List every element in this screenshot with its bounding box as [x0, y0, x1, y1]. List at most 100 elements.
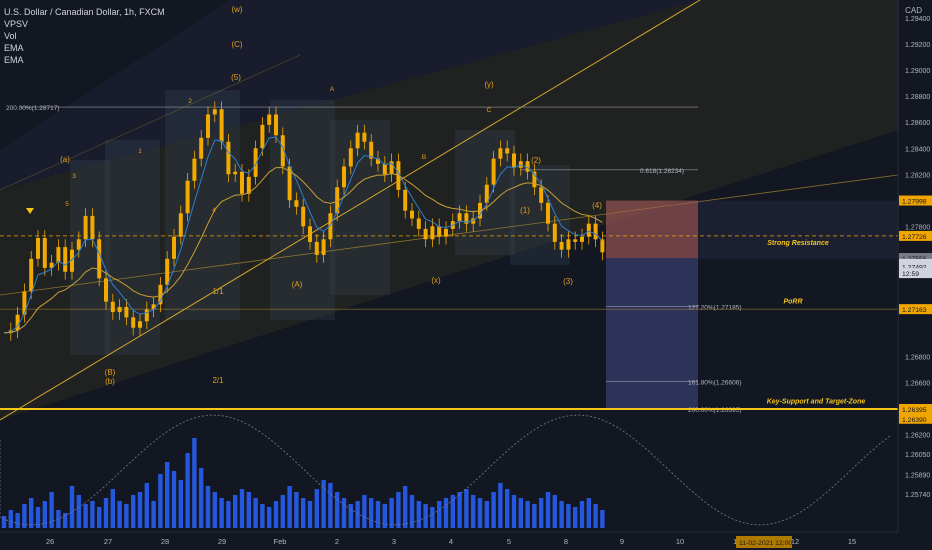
volume-bar [552, 495, 557, 528]
candle-body [76, 239, 81, 250]
candle-body [559, 241, 564, 250]
candle-body [226, 141, 231, 175]
candle-body [240, 171, 244, 194]
y-tick-label: 1.26200 [905, 432, 930, 439]
candle-body [199, 137, 204, 159]
volume-bar [199, 468, 204, 528]
volume-bar [348, 504, 353, 528]
candle-body [97, 239, 102, 279]
y-tick-label: 1.27800 [905, 224, 930, 231]
candle-body [566, 239, 571, 250]
y-tick-label: 1.26600 [905, 380, 930, 387]
volume-profile-box [165, 90, 240, 320]
fib-label: 0.618(1.28234) [640, 168, 684, 175]
wave-label: (4) [592, 201, 602, 210]
indicator-ema-1[interactable]: EMA [4, 42, 165, 54]
wave-label: 1/1 [212, 287, 224, 296]
volume-bar [151, 501, 156, 528]
candle-body [90, 215, 95, 240]
candle-body [491, 158, 496, 185]
annotation-label: Key-Support and Target-Zone [767, 399, 866, 406]
volume-bar [573, 507, 578, 528]
volume-bar [593, 504, 598, 528]
volume-bar [8, 510, 13, 528]
wave-label: (a) [60, 155, 70, 164]
volume-bar [117, 501, 122, 528]
volume-bar [267, 507, 272, 528]
candle-body [505, 148, 510, 154]
candle-body [267, 114, 272, 125]
indicator-vpsv[interactable]: VPSV [4, 18, 165, 30]
candle-body [423, 228, 428, 240]
candle-body [382, 163, 387, 175]
candle-body [124, 306, 129, 318]
candle-body [430, 226, 435, 240]
candle-body [512, 153, 516, 168]
volume-bar [471, 495, 476, 528]
candle-body [63, 247, 68, 272]
volume-bar [158, 474, 163, 528]
y-tick-label: 1.28400 [905, 146, 930, 153]
volume-bar [457, 492, 462, 528]
x-tick-label: 2 [335, 537, 339, 546]
candle-body [192, 158, 197, 181]
wave-label: 2/1 [212, 376, 224, 385]
candle-body [144, 309, 149, 322]
y-tick-label: 1.28200 [905, 172, 930, 179]
volume-bar [484, 501, 489, 528]
volume-bar [233, 495, 238, 528]
volume-bar [131, 495, 136, 528]
candle-body [518, 161, 523, 168]
wave-label: (y) [484, 80, 494, 89]
x-tick-label: 3 [392, 537, 396, 546]
x-tick-label: 29 [218, 537, 226, 546]
volume-bar [287, 486, 292, 528]
x-tick-label: 27 [104, 537, 112, 546]
candle-body [233, 171, 238, 175]
candle-body [321, 239, 326, 255]
candle-body [444, 228, 448, 237]
volume-bar [314, 489, 319, 528]
volume-bar [396, 492, 401, 528]
candle-body [355, 132, 360, 149]
volume-bar [185, 453, 190, 528]
volume-bar [498, 483, 503, 528]
price-tag-label: 1.27726 [902, 234, 927, 241]
indicator-ema-2[interactable]: EMA [4, 54, 165, 66]
wave-label: (5) [231, 73, 241, 82]
candle-body [110, 301, 115, 313]
candle-body [362, 132, 367, 142]
volume-bar [389, 498, 394, 528]
candle-body [348, 148, 353, 167]
volume-profile-box [70, 160, 110, 355]
candle-body [580, 236, 584, 242]
strong-resistance-band [606, 200, 898, 259]
price-tag-label: 1.27998 [902, 199, 927, 206]
candle-body [117, 306, 122, 313]
volume-bar [423, 504, 428, 528]
annotation-label: Strong Resistance [767, 240, 829, 247]
price-chart[interactable]: 200.00%(1.28717) 0.618(1.28234) 127.20%(1.… [0, 0, 932, 550]
annotation-label: PoRR [783, 298, 802, 305]
volume-bar [430, 507, 435, 528]
wave-label: (3) [563, 277, 573, 286]
x-tick-label: 28 [161, 537, 169, 546]
volume-bar [511, 495, 517, 528]
target-zone [606, 258, 698, 410]
volume-bar [477, 498, 483, 528]
wave-label: (A) [292, 280, 303, 289]
candle-body [138, 321, 142, 328]
candle-body [314, 241, 319, 255]
volume-bar [1, 516, 7, 528]
candle-body [573, 239, 578, 242]
price-tag-label: 1.26395 [902, 407, 927, 414]
volume-bar [15, 513, 20, 528]
candle-body [104, 278, 108, 302]
volume-bar [403, 486, 408, 528]
volume-bar [532, 504, 537, 528]
y-tick-label: 1.29000 [905, 68, 930, 75]
volume-bar [416, 501, 421, 528]
volume-bar [341, 498, 347, 528]
indicator-vol[interactable]: Vol [4, 30, 165, 42]
y-tick-label: 1.28600 [905, 120, 930, 127]
